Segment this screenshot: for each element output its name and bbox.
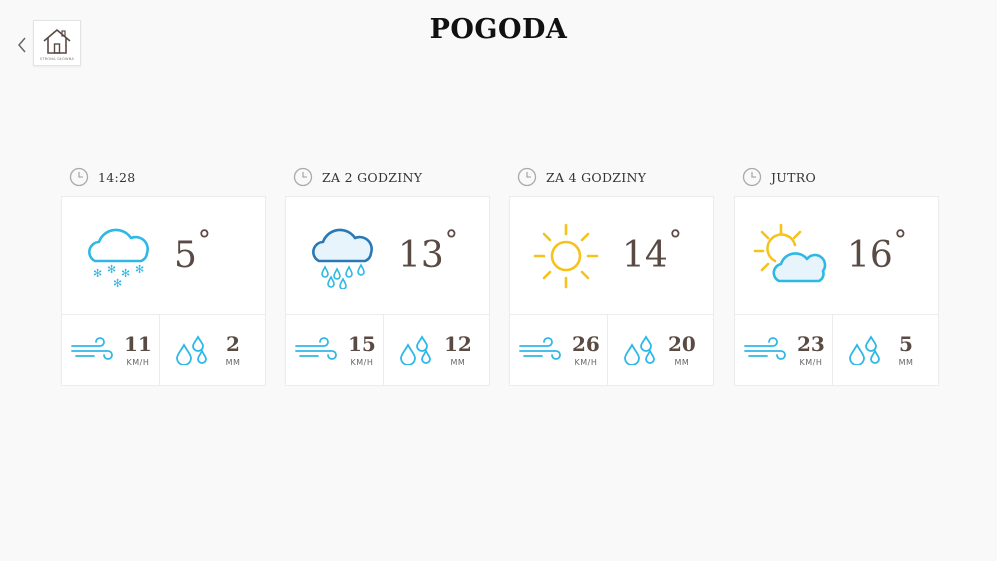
precipitation-unit: MM bbox=[225, 357, 241, 367]
clock-icon bbox=[69, 167, 89, 187]
svg-text:✻: ✻ bbox=[135, 263, 144, 276]
raindrops-icon bbox=[176, 335, 207, 365]
clock-icon bbox=[742, 167, 762, 187]
clock-icon bbox=[293, 167, 313, 187]
temperature: 13 ° bbox=[398, 228, 458, 276]
svg-text:✻: ✻ bbox=[107, 263, 116, 276]
clock-icon bbox=[517, 167, 537, 187]
wind-icon bbox=[744, 337, 786, 360]
cloud-rain-icon bbox=[302, 216, 382, 296]
forecast-time-label: 14:28 bbox=[98, 169, 136, 185]
wind-value: 23 bbox=[797, 331, 825, 356]
temperature-value: 14 bbox=[622, 234, 668, 276]
page-title: POGODA bbox=[429, 14, 568, 45]
degree-symbol: ° bbox=[893, 225, 907, 256]
wind-icon bbox=[519, 337, 561, 360]
forecast-card: ✻ ✻ ✻ ✻ ✻ 5 ° 11 KM/H 2 MM bbox=[61, 196, 266, 386]
wind-value: 15 bbox=[348, 331, 376, 356]
sun-icon bbox=[526, 216, 606, 296]
forecast-header: JUTRO bbox=[734, 165, 939, 189]
forecast-4h: ZA 4 GODZINY 14 ° 26 KM/H 20 MM bbox=[509, 165, 714, 386]
wind-unit: KM/H bbox=[350, 357, 374, 367]
precipitation-value: 12 bbox=[444, 331, 472, 356]
forecast-now: 14:28 ✻ ✻ ✻ ✻ ✻ 5 ° 11 KM/H 2 MM bbox=[61, 165, 266, 386]
temperature: 5 ° bbox=[174, 228, 211, 276]
forecast-header: 14:28 bbox=[61, 165, 266, 189]
home-label: STRONA GŁÓWNA bbox=[39, 57, 75, 61]
cloud-snow-icon: ✻ ✻ ✻ ✻ ✻ bbox=[78, 216, 158, 296]
precipitation-value: 2 bbox=[226, 331, 240, 356]
raindrops-icon bbox=[624, 335, 655, 365]
forecast-time-label: JUTRO bbox=[771, 169, 817, 185]
precipitation-unit: MM bbox=[898, 357, 914, 367]
precipitation-stat: 2 MM bbox=[159, 315, 265, 385]
wind-icon bbox=[71, 337, 113, 360]
wind-value: 26 bbox=[572, 331, 600, 356]
wind-unit: KM/H bbox=[574, 357, 598, 367]
temperature-value: 16 bbox=[847, 234, 893, 276]
forecast-card: 13 ° 15 KM/H 12 MM bbox=[285, 196, 490, 386]
forecast-header: ZA 4 GODZINY bbox=[509, 165, 714, 189]
degree-symbol: ° bbox=[444, 225, 458, 256]
precipitation-stat: 5 MM bbox=[832, 315, 938, 385]
precipitation-stat: 12 MM bbox=[383, 315, 489, 385]
svg-text:✻: ✻ bbox=[121, 267, 130, 280]
temperature-value: 13 bbox=[398, 234, 444, 276]
degree-symbol: ° bbox=[197, 225, 211, 256]
svg-text:✻: ✻ bbox=[93, 267, 102, 280]
forecast-tomorrow: JUTRO 16 ° 23 KM/H 5 MM bbox=[734, 165, 939, 386]
forecast-header: ZA 2 GODZINY bbox=[285, 165, 490, 189]
forecast-card: 14 ° 26 KM/H 20 MM bbox=[509, 196, 714, 386]
wind-icon bbox=[295, 337, 337, 360]
temperature: 14 ° bbox=[622, 228, 682, 276]
forecast-time-label: ZA 2 GODZINY bbox=[322, 169, 423, 185]
forecast-time-label: ZA 4 GODZINY bbox=[546, 169, 647, 185]
wind-stat: 26 KM/H bbox=[510, 315, 607, 385]
temperature-value: 5 bbox=[174, 234, 197, 276]
wind-unit: KM/H bbox=[799, 357, 823, 367]
precipitation-value: 5 bbox=[899, 331, 913, 356]
precipitation-unit: MM bbox=[450, 357, 466, 367]
svg-text:✻: ✻ bbox=[113, 277, 122, 289]
degree-symbol: ° bbox=[668, 225, 682, 256]
wind-stat: 11 KM/H bbox=[62, 315, 159, 385]
partly-cloudy-icon bbox=[751, 216, 831, 296]
precipitation-stat: 20 MM bbox=[607, 315, 713, 385]
forecast-2h: ZA 2 GODZINY 13 ° 15 KM/H 12 MM bbox=[285, 165, 490, 386]
wind-stat: 23 KM/H bbox=[735, 315, 832, 385]
precipitation-unit: MM bbox=[674, 357, 690, 367]
wind-unit: KM/H bbox=[126, 357, 150, 367]
temperature: 16 ° bbox=[847, 228, 907, 276]
precipitation-value: 20 bbox=[668, 331, 696, 356]
raindrops-icon bbox=[849, 335, 880, 365]
raindrops-icon bbox=[400, 335, 431, 365]
wind-stat: 15 KM/H bbox=[286, 315, 383, 385]
wind-value: 11 bbox=[124, 331, 152, 356]
forecast-card: 16 ° 23 KM/H 5 MM bbox=[734, 196, 939, 386]
